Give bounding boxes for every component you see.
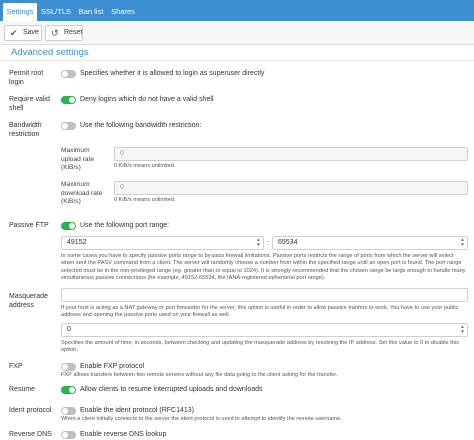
fxp-label: FXP [9, 363, 23, 370]
masquerade-hint-line: If your host is acting as a NAT gateway … [61, 305, 459, 311]
bandwidth-text: Use the following bandwidth restriction: [80, 122, 202, 129]
passive-ftp-text: Use the following port range: [80, 222, 170, 229]
interval-spinner-icon[interactable]: ▲ ▼ [460, 325, 465, 335]
passive-max-port-input[interactable]: 65534 ▲ ▼ [272, 236, 468, 250]
port-range-separator: : [267, 240, 269, 247]
passive-max-port-value: 65534 [278, 239, 298, 246]
tab-bar: Settings SSL/TLS Ban list Shares [0, 0, 474, 21]
resume-text: Allow clients to resume interrupted uplo… [80, 386, 263, 393]
require-valid-shell-label: Require valid shell [9, 96, 50, 112]
ident-toggle[interactable] [61, 407, 76, 415]
reset-button[interactable]: ↺ Reset [45, 25, 83, 41]
ident-text: Enable the ident protocol (RFC1413) [80, 407, 195, 414]
download-rate-hint: 0 KiB/s means unlimited. [114, 197, 176, 203]
passive-ftp-hint-line: when sent the PASV command from a client… [61, 260, 462, 267]
save-button[interactable]: ✔ Save [4, 25, 42, 41]
passive-min-port-input[interactable]: 49152 ▲ ▼ [61, 236, 264, 250]
reset-label: Reset [64, 29, 83, 36]
download-rate-label: Maximum download rate (KiB/s) [61, 181, 103, 205]
passive-ftp-hint: In some cases you have to specify passiv… [61, 253, 472, 282]
masquerade-interval-input[interactable]: 0 ▲ ▼ [61, 323, 468, 337]
resume-toggle[interactable] [61, 386, 76, 394]
permit-root-label: Permit root login [9, 70, 44, 86]
tab-ban-list[interactable]: Ban list [76, 3, 106, 21]
ident-label: Ident protocol [9, 407, 52, 414]
bandwidth-toggle[interactable] [61, 122, 76, 130]
max-port-spinner-icon[interactable]: ▲ ▼ [460, 238, 465, 248]
reverse-dns-text: Enable reverse DNS lookup [80, 431, 167, 438]
upload-rate-label: Maximum upload rate (KiB/s) [61, 147, 94, 171]
tab-ssl-tls[interactable]: SSL/TLS [40, 3, 72, 21]
save-label: Save [23, 29, 39, 36]
passive-ftp-hint-line: selected must be in the non-privileged r… [61, 267, 466, 274]
passive-min-port-value: 49152 [67, 239, 87, 246]
passive-ftp-hint-line: In some cases you have to specify passiv… [61, 253, 454, 259]
masquerade-hint-line: address and opening the passive ports us… [61, 312, 231, 319]
bandwidth-label: Bandwidth restriction [9, 122, 42, 138]
upload-rate-hint: 0 KiB/s means unlimited. [114, 163, 176, 169]
passive-ftp-hint-line: simultaneous passive connections (for ex… [61, 274, 326, 281]
download-rate-input[interactable]: 0 [114, 181, 468, 195]
masquerade-address-input[interactable] [61, 288, 468, 302]
masquerade-interval-value: 0 [67, 326, 71, 333]
permit-root-toggle[interactable] [61, 70, 76, 78]
min-port-spinner-icon[interactable]: ▲ ▼ [256, 238, 261, 248]
tab-shares[interactable]: Shares [110, 3, 136, 21]
undo-icon: ↺ [51, 28, 59, 38]
fxp-hint: FXP allows transfers between two remote … [61, 372, 338, 378]
masquerade-label: Masquerade address [9, 293, 48, 309]
section-title: Advanced settings [11, 47, 89, 58]
passive-ftp-label: Passive FTP [9, 222, 49, 229]
masquerade-interval-hint: Specifies the amount of time, in seconds… [61, 340, 459, 354]
fxp-toggle[interactable] [61, 363, 76, 371]
toolbar: ✔ Save ↺ Reset [0, 21, 474, 45]
passive-ftp-toggle[interactable] [61, 222, 76, 230]
reverse-dns-toggle[interactable] [61, 431, 76, 439]
require-valid-shell-toggle[interactable] [61, 96, 76, 104]
upload-rate-input[interactable]: 0 [114, 147, 468, 161]
resume-label: Resume [9, 386, 36, 393]
permit-root-text: Specifies whether it is allowed to login… [80, 70, 265, 77]
masquerade-hint: If your host is acting as a NAT gateway … [61, 305, 472, 320]
require-valid-shell-text: Deny logins which do not have a valid sh… [80, 96, 214, 103]
reverse-dns-label: Reverse DNS [9, 431, 52, 438]
fxp-text: Enable FXP protocol [80, 363, 145, 370]
section-divider [0, 60, 474, 61]
check-icon: ✔ [10, 28, 18, 38]
ident-hint: When a client initially connects to the … [61, 416, 342, 422]
tab-settings[interactable]: Settings [3, 3, 37, 21]
